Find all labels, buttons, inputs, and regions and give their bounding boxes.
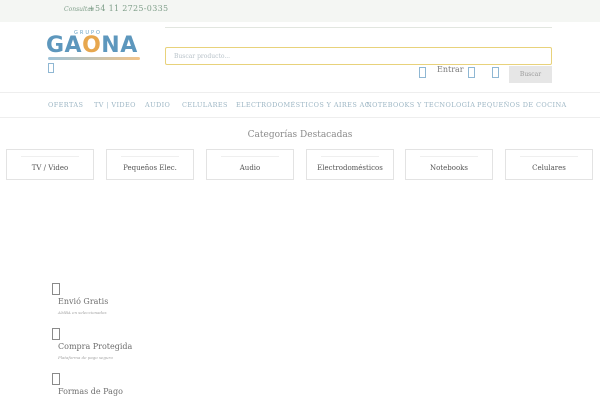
login-link[interactable]: Entrar [437,65,464,74]
category-label: Pequeños Elec. [123,164,177,172]
category-divider [420,156,478,157]
category-label: Audio [239,164,261,172]
category-divider [221,156,279,157]
nav-item-electrodomesticos[interactable]: ELECTRODOMÉSTICOS Y AIRES AC. [236,101,372,109]
nav-item-celulares[interactable]: CELULARES [182,101,228,109]
top-bar: Consultas +54 11 2725-0335 [0,0,600,22]
credit-card-icon [52,373,60,385]
category-card-tv-video[interactable]: TV / Video [6,149,94,180]
feature-formas-de-pago: Formas de Pago [52,373,252,399]
feature-title: Formas de Pago [58,387,123,396]
category-label: Celulares [532,164,566,172]
nav-item-notebooks[interactable]: NOTEBOOKS Y TECNOLOGÍA [366,101,475,109]
shield-icon [52,328,60,340]
nav-item-audio[interactable]: AUDIO [145,101,170,109]
main-nav: OFERTAS TV | VIDEO AUDIO CELULARES ELECT… [0,92,600,118]
truck-icon [52,283,60,295]
feature-subtitle: AMBA en seleccionados [58,310,107,315]
phone-number[interactable]: +54 11 2725-0335 [88,4,168,13]
nav-item-pequenos-cocina[interactable]: PEQUEÑOS DE COCINA [477,101,567,109]
feature-compra-protegida: Compra Protegida Plataforma de pago segu… [52,328,252,364]
search-input[interactable] [165,47,552,65]
cart-icon[interactable] [492,67,499,78]
feature-title: Envió Gratis [58,297,109,306]
category-label: Notebooks [429,164,469,172]
hamburger-menu-icon[interactable] [48,63,54,73]
category-card-notebooks[interactable]: Notebooks [405,149,493,180]
user-icon[interactable] [419,67,426,78]
feature-subtitle: Plataforma de pago seguro [58,355,113,360]
logo-main-post: NA [101,33,138,58]
search-button[interactable]: Buscar [509,66,552,83]
nav-item-tv-video[interactable]: TV | VIDEO [94,101,136,109]
logo-main-pre: GA [46,33,83,58]
category-divider [520,156,578,157]
category-card-electrodomesticos[interactable]: Electrodomésticos [306,149,394,180]
heart-icon[interactable] [468,67,475,78]
logo-main-text: GAONA [46,33,138,58]
category-label: TV / Video [31,164,69,172]
feature-envio-gratis: Envió Gratis AMBA en seleccionados [52,283,252,319]
categories-title: Categorías Destacadas [247,130,353,140]
category-divider [321,156,379,157]
header-divider [165,27,552,28]
logo[interactable]: GRUPO GAONA [46,30,146,64]
category-divider [121,156,179,157]
category-card-celulares[interactable]: Celulares [505,149,593,180]
category-label: Electrodomésticos [317,164,383,172]
category-card-pequenos-elec[interactable]: Pequeños Elec. [106,149,194,180]
nav-item-ofertas[interactable]: OFERTAS [48,101,83,109]
logo-swoosh [48,57,140,60]
category-divider [21,156,79,157]
category-card-audio[interactable]: Audio [206,149,294,180]
feature-title: Compra Protegida [58,342,133,351]
logo-main-o: O [82,33,102,58]
